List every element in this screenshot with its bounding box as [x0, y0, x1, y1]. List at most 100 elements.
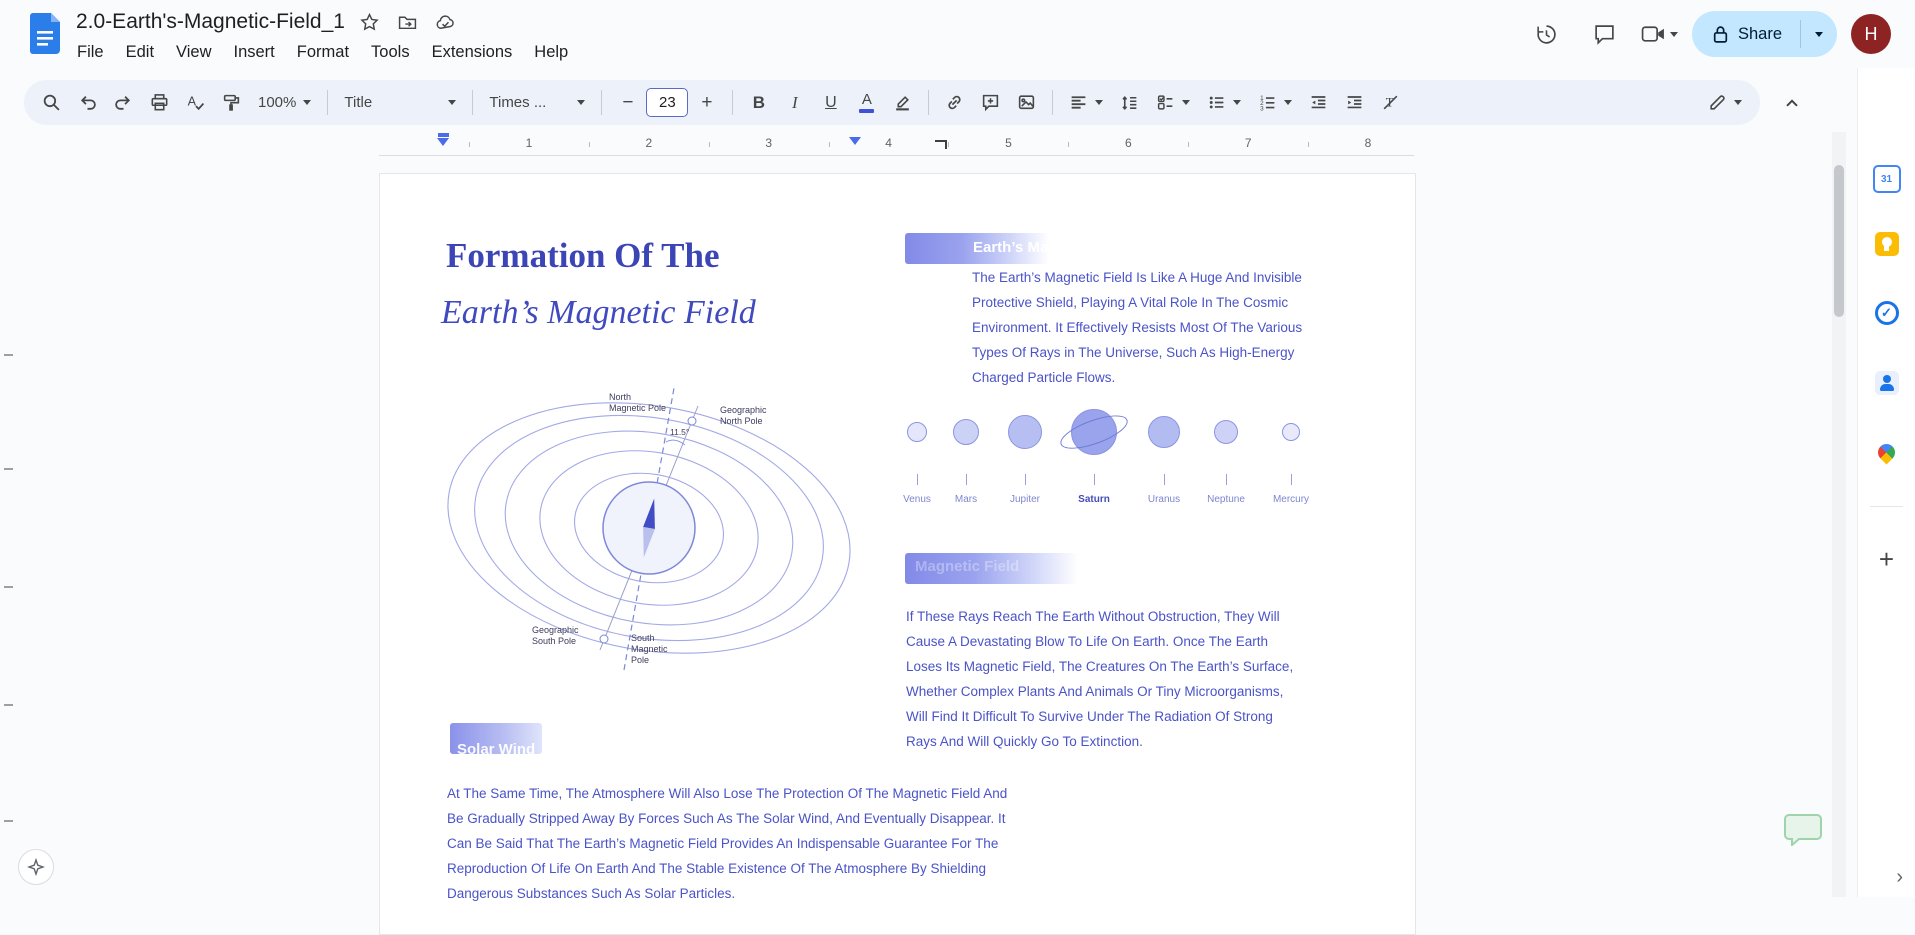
paint-format-icon[interactable]: [214, 85, 249, 120]
first-line-indent-marker[interactable]: [438, 133, 449, 137]
calendar-day-label: 31: [1881, 174, 1892, 185]
menu-item-file[interactable]: File: [66, 40, 115, 65]
section-heading-bar-2[interactable]: Magnetic Field: [905, 553, 1078, 584]
expand-side-panel-chevron[interactable]: ›: [1896, 866, 1903, 889]
app-header: 2.0-Earth's-Magnetic-Field_1 FileEditVie…: [0, 0, 1915, 68]
paragraph-1[interactable]: The Earth’s Magnetic Field Is Like A Hug…: [972, 265, 1304, 390]
explore-button[interactable]: [18, 849, 54, 885]
google-docs-logo-icon[interactable]: [30, 13, 60, 54]
column-marker[interactable]: [849, 137, 861, 145]
document-heading-line1[interactable]: Formation Of The: [446, 236, 720, 276]
styles-select[interactable]: Title: [336, 85, 464, 120]
contacts-icon[interactable]: [1873, 369, 1901, 397]
calendar-icon[interactable]: 31: [1873, 165, 1901, 193]
chevron-down-icon: [577, 100, 585, 105]
planet-jupiter: Jupiter: [990, 409, 1060, 505]
menu-item-edit[interactable]: Edit: [115, 40, 165, 65]
move-folder-icon[interactable]: [395, 9, 421, 35]
version-history-icon[interactable]: [1525, 12, 1569, 56]
star-icon[interactable]: [357, 9, 383, 35]
insert-image-icon[interactable]: [1009, 85, 1044, 120]
planet-circle: [1214, 420, 1238, 444]
vertical-ruler-mark: [4, 820, 13, 822]
add-comment-icon[interactable]: [973, 85, 1008, 120]
line-spacing-icon[interactable]: [1112, 85, 1147, 120]
print-icon[interactable]: [142, 85, 177, 120]
menu-item-view[interactable]: View: [165, 40, 222, 65]
planet-label: Jupiter: [1010, 494, 1040, 505]
share-label: Share: [1738, 25, 1782, 44]
comments-icon[interactable]: [1583, 12, 1627, 56]
increase-font-size-button[interactable]: +: [689, 85, 724, 120]
scrollbar-thumb[interactable]: [1834, 165, 1844, 317]
search-menus-icon[interactable]: [34, 85, 69, 120]
increase-indent-icon[interactable]: [1337, 85, 1372, 120]
menu-item-help[interactable]: Help: [523, 40, 579, 65]
planet-circle: [1282, 423, 1300, 441]
checklist-select[interactable]: [1148, 85, 1198, 120]
bulleted-list-icon: [1207, 93, 1226, 112]
tab-stop-marker[interactable]: [935, 140, 947, 149]
paragraph-2[interactable]: If These Rays Reach The Earth Without Ob…: [906, 604, 1306, 754]
style-value: Title: [344, 94, 372, 111]
section-heading-3: Solar Wind: [457, 741, 535, 754]
text-color-button[interactable]: A: [849, 85, 884, 120]
cloud-saved-icon[interactable]: [433, 9, 459, 35]
menu-item-tools[interactable]: Tools: [360, 40, 421, 65]
ruler-number: 7: [1245, 136, 1252, 150]
ruler-tick: [589, 142, 590, 147]
vertical-ruler-mark: [4, 704, 13, 706]
document-title[interactable]: 2.0-Earth's-Magnetic-Field_1: [76, 10, 345, 34]
menu-item-extensions[interactable]: Extensions: [421, 40, 524, 65]
get-addons-button[interactable]: +: [1879, 546, 1894, 572]
numbered-list-select[interactable]: 1 2 3: [1250, 85, 1300, 120]
share-dropdown[interactable]: [1801, 32, 1837, 37]
font-size-input[interactable]: [646, 88, 688, 117]
geographic-south-pole-label: Geographic South Pole: [532, 625, 581, 646]
bulleted-list-select[interactable]: [1199, 85, 1249, 120]
hide-menus-button[interactable]: [1773, 84, 1811, 122]
spell-check-icon[interactable]: A: [178, 85, 213, 120]
vertical-ruler-mark: [4, 586, 13, 588]
clear-formatting-icon[interactable]: T: [1373, 85, 1408, 120]
font-select[interactable]: Times ...: [481, 85, 593, 120]
decrease-indent-icon[interactable]: [1301, 85, 1336, 120]
join-call-control[interactable]: [1641, 24, 1678, 44]
section-heading-bar-1[interactable]: Earth’s Magnetic Field: [905, 233, 1049, 264]
highlight-color-icon[interactable]: [885, 85, 920, 120]
decrease-font-size-button[interactable]: −: [610, 85, 645, 120]
vertical-ruler-mark: [4, 354, 13, 356]
share-button[interactable]: Share: [1692, 11, 1837, 57]
chevron-down-icon: [1815, 32, 1823, 37]
menu-item-format[interactable]: Format: [286, 40, 360, 65]
redo-icon[interactable]: [106, 85, 141, 120]
insert-link-icon[interactable]: [937, 85, 972, 120]
planet-circle: [1071, 409, 1117, 455]
paragraph-3[interactable]: At The Same Time, The Atmosphere Will Al…: [447, 781, 1013, 906]
horizontal-ruler[interactable]: 12345678: [379, 132, 1414, 156]
section-heading-bar-3[interactable]: Solar Wind: [450, 723, 542, 754]
toolbar: A 100% Title Times ... − + B I U A: [24, 80, 1760, 125]
chat-bubble-button[interactable]: [1784, 812, 1822, 846]
menu-item-insert[interactable]: Insert: [223, 40, 286, 65]
keep-icon[interactable]: [1873, 230, 1901, 258]
undo-icon[interactable]: [70, 85, 105, 120]
planet-circle: [907, 422, 927, 442]
italic-button[interactable]: I: [777, 85, 812, 120]
chevron-down-icon: [303, 100, 311, 105]
header-actions: Share H: [1525, 11, 1891, 57]
underline-button[interactable]: U: [813, 85, 848, 120]
align-select[interactable]: [1061, 85, 1111, 120]
left-indent-marker[interactable]: [437, 138, 449, 146]
document-page[interactable]: Formation Of The Earth’s Magnetic Field …: [379, 173, 1416, 935]
maps-icon[interactable]: [1873, 438, 1901, 466]
document-heading-line2[interactable]: Earth’s Magnetic Field: [441, 294, 756, 332]
ruler-number: 3: [765, 136, 772, 150]
tasks-icon[interactable]: ✓: [1873, 299, 1901, 327]
account-avatar[interactable]: H: [1851, 14, 1891, 54]
zoom-select[interactable]: 100%: [250, 85, 319, 120]
bold-button[interactable]: B: [741, 85, 776, 120]
toolbar-separator: [732, 90, 733, 115]
editing-mode-select[interactable]: [1700, 85, 1750, 120]
chevron-down-icon[interactable]: [1670, 32, 1678, 37]
